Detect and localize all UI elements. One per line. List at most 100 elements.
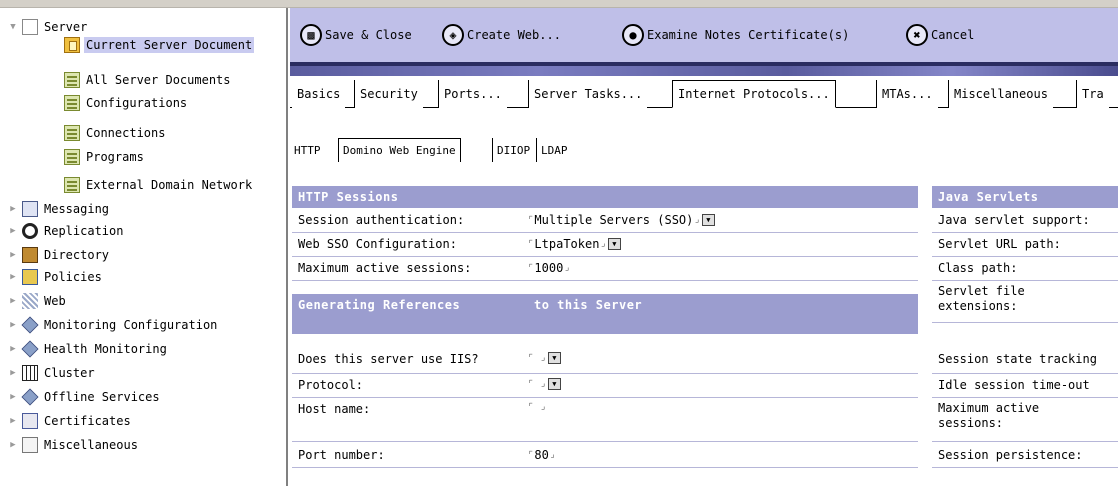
- tab-server-tasks[interactable]: Server Tasks...: [528, 80, 648, 108]
- policies-icon: [22, 269, 38, 285]
- class-path-row: Class path:: [932, 257, 1118, 281]
- view-icon: [64, 125, 80, 141]
- collapsed-twisty-icon[interactable]: ▶: [6, 248, 20, 262]
- use-iis-field[interactable]: ⌜ ⌟ ▼: [528, 352, 561, 364]
- collapsed-twisty-icon[interactable]: ▶: [6, 414, 20, 428]
- collapsed-twisty-icon[interactable]: ▶: [6, 202, 20, 216]
- nav-item-health-monitoring[interactable]: ▶ Health Monitoring: [6, 338, 169, 360]
- session-authentication-row: Session authentication: ⌜ Multiple Server…: [292, 209, 918, 233]
- tab-security[interactable]: Security: [354, 80, 423, 108]
- dropdown-arrow-icon[interactable]: ▼: [701, 214, 715, 226]
- maximum-active-sessions-field[interactable]: ⌜ 1000 ⌟: [528, 261, 570, 275]
- collapsed-twisty-icon[interactable]: ▶: [6, 270, 20, 284]
- tab-ports[interactable]: Ports...: [438, 80, 507, 108]
- nav-item-programs[interactable]: Programs: [64, 146, 146, 168]
- tab-ldap[interactable]: LDAP: [536, 138, 572, 162]
- nav-item-directory[interactable]: ▶ Directory: [6, 244, 111, 266]
- cluster-icon: [22, 365, 38, 381]
- nav-item-configurations[interactable]: Configurations: [64, 92, 189, 114]
- window-top-edge: [0, 0, 1118, 8]
- collapsed-twisty-icon[interactable]: ▶: [6, 366, 20, 380]
- cancel-button[interactable]: ✖ Cancel: [906, 22, 974, 48]
- document-pane: ▩ Save & Close ◈ Create Web... ● Examine…: [290, 8, 1118, 486]
- nav-item-messaging[interactable]: ▶ Messaging: [6, 198, 111, 220]
- folder-icon: [22, 437, 38, 453]
- examine-notes-certificate-button[interactable]: ● Examine Notes Certificate(s): [622, 22, 849, 48]
- servlet-file-extensions-row: Servlet file extensions:: [932, 281, 1118, 323]
- use-iis-row: Does this server use IIS? ⌜ ⌟ ▼: [292, 348, 918, 374]
- save-icon: ▩: [300, 24, 322, 46]
- tab-domino-web-engine[interactable]: Domino Web Engine: [338, 138, 461, 162]
- tab-internet-protocols[interactable]: Internet Protocols...: [672, 80, 836, 108]
- nav-item-certificates[interactable]: ▶ Certificates: [6, 410, 133, 432]
- save-close-button[interactable]: ▩ Save & Close: [300, 22, 412, 48]
- nav-item-web[interactable]: ▶ Web: [6, 290, 68, 312]
- nav-item-monitoring-configuration[interactable]: ▶ Monitoring Configuration: [6, 314, 219, 336]
- action-bar: ▩ Save & Close ◈ Create Web... ● Examine…: [290, 8, 1118, 64]
- create-web-button[interactable]: ◈ Create Web...: [442, 22, 561, 48]
- document-icon: [22, 19, 38, 35]
- nav-item-offline-services[interactable]: ▶ Offline Services: [6, 386, 162, 408]
- nav-item-external-domain-network[interactable]: External Domain Network: [64, 174, 254, 196]
- certificates-icon: [22, 413, 38, 429]
- port-number-row: Port number: ⌜ 80 ⌟: [292, 442, 918, 468]
- monitoring-icon: [21, 316, 39, 334]
- nav-item-cluster[interactable]: ▶ Cluster: [6, 362, 97, 384]
- view-icon: [64, 95, 80, 111]
- port-number-field[interactable]: ⌜ 80 ⌟: [528, 448, 555, 462]
- messaging-icon: [22, 201, 38, 217]
- collapsed-twisty-icon[interactable]: ▶: [6, 390, 20, 404]
- offline-icon: [21, 388, 39, 406]
- servlet-url-path-row: Servlet URL path:: [932, 233, 1118, 257]
- host-name-row: Host name: ⌜ ⌟: [292, 398, 918, 442]
- header-banner: [290, 62, 1118, 76]
- session-state-tracking-row: Session state tracking: [932, 348, 1118, 374]
- expanded-twisty-icon[interactable]: ▼: [6, 20, 20, 34]
- tab-transactional-logging[interactable]: Tra: [1076, 80, 1109, 108]
- view-icon: [64, 72, 80, 88]
- http-sessions-header: HTTP Sessions: [292, 186, 918, 208]
- dropdown-arrow-icon[interactable]: ▼: [607, 238, 621, 250]
- tab-mtas[interactable]: MTAs...: [876, 80, 938, 108]
- nav-item-connections[interactable]: Connections: [64, 122, 167, 144]
- collapsed-twisty-icon[interactable]: ▶: [6, 438, 20, 452]
- certificate-icon: ●: [622, 24, 644, 46]
- directory-icon: [22, 247, 38, 263]
- create-web-icon: ◈: [442, 24, 464, 46]
- tab-miscellaneous[interactable]: Miscellaneous: [948, 80, 1053, 108]
- view-icon: [64, 177, 80, 193]
- main-tab-strip: Basics Security Ports... Server Tasks...…: [290, 78, 1118, 108]
- view-icon: [64, 149, 80, 165]
- nav-item-replication[interactable]: ▶ Replication: [6, 220, 125, 242]
- navigator-pane: ▼ Server Current Server Document All Ser…: [0, 8, 288, 486]
- tab-diiop[interactable]: DIIOP: [492, 138, 534, 162]
- dropdown-arrow-icon[interactable]: ▼: [547, 352, 561, 364]
- host-name-field[interactable]: ⌜ ⌟: [528, 402, 546, 412]
- generating-references-header: Generating References to this Server: [292, 294, 918, 334]
- idle-session-timeout-row: Idle session time-out: [932, 374, 1118, 398]
- health-icon: [21, 340, 39, 358]
- session-persistence-row: Session persistence:: [932, 442, 1118, 468]
- collapsed-twisty-icon[interactable]: ▶: [6, 342, 20, 356]
- collapsed-twisty-icon[interactable]: ▶: [6, 318, 20, 332]
- collapsed-twisty-icon[interactable]: ▶: [6, 224, 20, 238]
- nav-item-miscellaneous[interactable]: ▶ Miscellaneous: [6, 434, 140, 456]
- sub-tab-strip: HTTP Domino Web Engine DIIOP LDAP: [290, 134, 810, 162]
- web-icon: [22, 293, 38, 309]
- maximum-active-sessions-row: Maximum active sessions: ⌜ 1000 ⌟: [292, 257, 918, 281]
- web-sso-configuration-field[interactable]: ⌜ LtpaToken ⌟ ▼: [528, 237, 621, 251]
- cancel-icon: ✖: [906, 24, 928, 46]
- collapsed-twisty-icon[interactable]: ▶: [6, 294, 20, 308]
- tab-http[interactable]: HTTP: [290, 138, 325, 162]
- tab-basics[interactable]: Basics: [292, 80, 346, 108]
- java-servlets-header: Java Servlets: [932, 186, 1118, 208]
- web-sso-configuration-row: Web SSO Configuration: ⌜ LtpaToken ⌟ ▼: [292, 233, 918, 257]
- nav-item-all-server-documents[interactable]: All Server Documents: [64, 69, 233, 91]
- nav-item-current-server-document[interactable]: Current Server Document: [64, 34, 255, 56]
- session-authentication-field[interactable]: ⌜ Multiple Servers (SSO) ⌟ ▼: [528, 213, 715, 227]
- protocol-field[interactable]: ⌜ ⌟ ▼: [528, 378, 561, 390]
- java-servlet-support-row: Java servlet support:: [932, 209, 1118, 233]
- dropdown-arrow-icon[interactable]: ▼: [547, 378, 561, 390]
- nav-item-policies[interactable]: ▶ Policies: [6, 266, 104, 288]
- replication-icon: [22, 223, 38, 239]
